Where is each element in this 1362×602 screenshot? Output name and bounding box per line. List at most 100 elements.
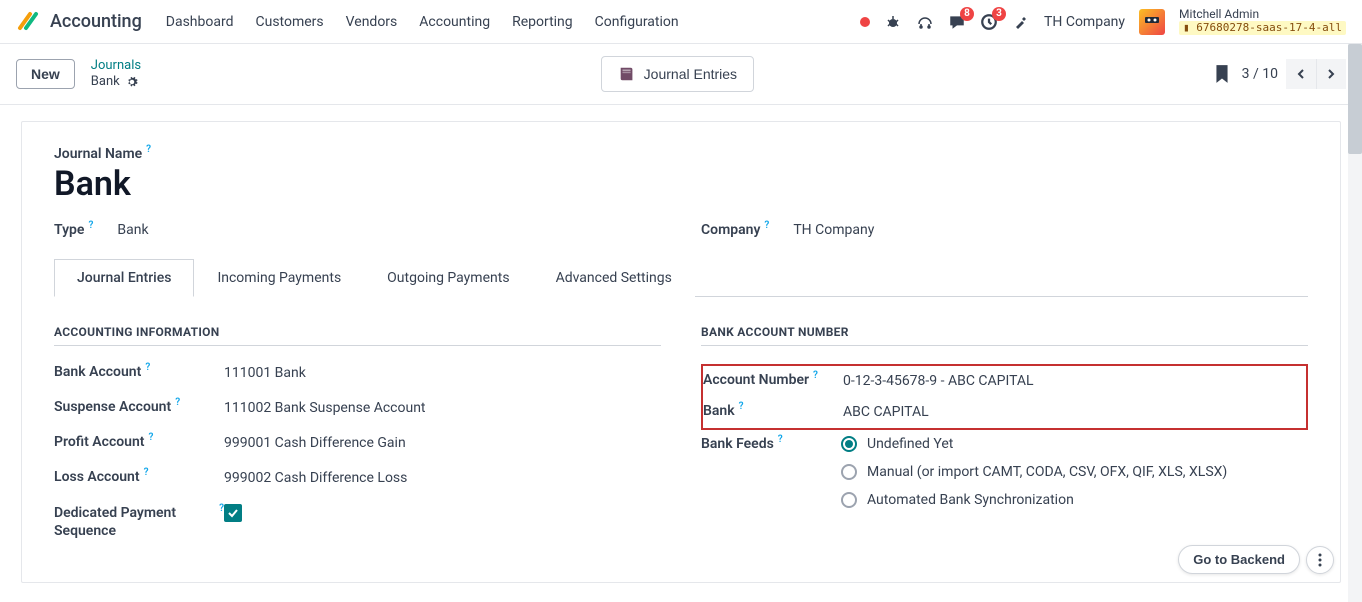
company-value[interactable]: TH Company xyxy=(793,222,874,238)
backend-float: Go to Backend xyxy=(1178,545,1334,574)
help-icon[interactable]: ? xyxy=(144,467,149,478)
pager-next-button[interactable] xyxy=(1316,59,1346,89)
control-panel: New Journals Bank Journal Entries 3 / 10 xyxy=(0,44,1362,105)
company-label: Company xyxy=(701,222,760,238)
help-icon[interactable]: ? xyxy=(764,220,769,231)
loss-account-value[interactable]: 999002 Cash Difference Loss xyxy=(224,469,407,486)
app-logo-icon[interactable] xyxy=(16,10,40,34)
nav-vendors[interactable]: Vendors xyxy=(346,14,398,30)
highlight-box: Account Number ? 0-12-3-45678-9 - ABC CA… xyxy=(701,364,1308,430)
messages-badge: 8 xyxy=(960,7,974,21)
help-icon[interactable]: ? xyxy=(146,144,151,155)
database-tag: ▮ 67680278-saas-17-4-all xyxy=(1179,21,1346,35)
nav-dashboard[interactable]: Dashboard xyxy=(166,14,234,30)
tab-incoming-payments[interactable]: Incoming Payments xyxy=(194,259,364,297)
account-number-value[interactable]: 0-12-3-45678-9 - ABC CAPITAL xyxy=(843,372,1034,389)
go-to-backend-button[interactable]: Go to Backend xyxy=(1178,545,1300,574)
type-field: Type ? Bank xyxy=(54,222,661,238)
scrollbar-thumb[interactable] xyxy=(1348,44,1362,154)
form-sheet: Journal Name ? Bank Type ? Bank Company … xyxy=(21,121,1341,583)
bank-account-number-title: BANK ACCOUNT NUMBER xyxy=(701,325,1308,346)
radio-automated-sync[interactable] xyxy=(841,492,857,508)
radio-undefined-yet-label: Undefined Yet xyxy=(867,436,953,452)
help-icon[interactable]: ? xyxy=(175,397,180,408)
help-icon[interactable]: ? xyxy=(149,432,154,443)
profit-account-label: Profit Account xyxy=(54,434,145,450)
help-icon[interactable]: ? xyxy=(145,362,150,373)
control-panel-right: 3 / 10 xyxy=(1214,59,1346,89)
journal-name-value[interactable]: Bank xyxy=(54,164,1308,204)
type-value[interactable]: Bank xyxy=(117,222,148,238)
dedicated-sequence-checkbox[interactable] xyxy=(224,504,242,522)
help-icon[interactable]: ? xyxy=(88,220,93,231)
recording-indicator-icon[interactable] xyxy=(860,17,870,27)
messages-icon[interactable]: 8 xyxy=(948,13,966,31)
nav-right: 8 3 TH Company Mitchell Admin ▮ 67680278… xyxy=(860,8,1346,35)
backend-menu-button[interactable] xyxy=(1306,546,1334,574)
form-wrapper: Journal Name ? Bank Type ? Bank Company … xyxy=(0,105,1362,599)
chevron-right-icon xyxy=(1325,68,1337,80)
tabs: Journal Entries Incoming Payments Outgoi… xyxy=(54,258,1308,297)
support-icon[interactable] xyxy=(916,13,934,31)
account-number-label: Account Number xyxy=(703,372,809,388)
check-icon xyxy=(227,507,239,519)
bank-value[interactable]: ABC CAPITAL xyxy=(843,403,929,420)
nav-configuration[interactable]: Configuration xyxy=(595,14,679,30)
scrollbar[interactable] xyxy=(1348,44,1362,602)
help-icon[interactable]: ? xyxy=(219,502,224,515)
type-label: Type xyxy=(54,222,84,238)
kebab-icon xyxy=(1318,553,1322,567)
radio-manual-import-label: Manual (or import CAMT, CODA, CSV, OFX, … xyxy=(867,464,1227,480)
tab-advanced-settings[interactable]: Advanced Settings xyxy=(533,259,695,297)
help-icon[interactable]: ? xyxy=(813,370,818,381)
main-navbar: Accounting Dashboard Customers Vendors A… xyxy=(0,0,1362,44)
user-block[interactable]: Mitchell Admin ▮ 67680278-saas-17-4-all xyxy=(1179,8,1346,35)
suspense-account-value[interactable]: 111002 Bank Suspense Account xyxy=(224,399,426,416)
bank-label: Bank xyxy=(703,403,735,419)
tab-outgoing-payments[interactable]: Outgoing Payments xyxy=(364,259,532,297)
breadcrumb-journals[interactable]: Journals xyxy=(91,58,141,74)
tab-journal-entries[interactable]: Journal Entries xyxy=(54,259,194,297)
radio-undefined-yet[interactable] xyxy=(841,436,857,452)
profit-account-value[interactable]: 999001 Cash Difference Gain xyxy=(224,434,406,451)
help-icon[interactable]: ? xyxy=(778,434,783,445)
bank-account-number-section: BANK ACCOUNT NUMBER Account Number ? 0-1… xyxy=(701,325,1308,558)
user-avatar[interactable] xyxy=(1139,9,1165,35)
bank-feeds-radios: Undefined Yet Manual (or import CAMT, CO… xyxy=(841,436,1227,520)
journal-name-label-text: Journal Name xyxy=(54,146,142,162)
breadcrumb-current: Bank xyxy=(91,74,120,90)
user-name: Mitchell Admin xyxy=(1179,8,1346,21)
bank-account-label: Bank Account xyxy=(54,364,141,380)
pager-counter[interactable]: 3 / 10 xyxy=(1242,66,1278,82)
accounting-information-section: ACCOUNTING INFORMATION Bank Account ? 11… xyxy=(54,325,661,558)
new-button[interactable]: New xyxy=(16,59,75,89)
nav-customers[interactable]: Customers xyxy=(256,14,324,30)
nav-reporting[interactable]: Reporting xyxy=(512,14,573,30)
company-switcher[interactable]: TH Company xyxy=(1044,14,1125,30)
bug-icon[interactable] xyxy=(884,13,902,31)
control-panel-center: Journal Entries xyxy=(601,56,754,92)
help-icon[interactable]: ? xyxy=(739,401,744,412)
nav-accounting[interactable]: Accounting xyxy=(419,14,490,30)
database-name: 67680278-saas-17-4-all xyxy=(1196,21,1342,34)
app-name[interactable]: Accounting xyxy=(50,11,142,32)
activities-icon[interactable]: 3 xyxy=(980,13,998,31)
gear-icon[interactable] xyxy=(126,76,138,88)
activities-badge: 3 xyxy=(992,7,1006,21)
accounting-info-title: ACCOUNTING INFORMATION xyxy=(54,325,661,346)
bookmark-icon[interactable] xyxy=(1214,64,1230,84)
book-icon xyxy=(618,65,636,83)
journal-entries-stat-button[interactable]: Journal Entries xyxy=(601,56,754,92)
loss-account-label: Loss Account xyxy=(54,469,140,485)
radio-manual-import[interactable] xyxy=(841,464,857,480)
bank-account-value[interactable]: 111001 Bank xyxy=(224,364,306,381)
pager-prev-button[interactable] xyxy=(1286,59,1316,89)
chevron-left-icon xyxy=(1295,68,1307,80)
nav-menu: Dashboard Customers Vendors Accounting R… xyxy=(166,14,679,30)
bank-feeds-label: Bank Feeds xyxy=(701,436,774,452)
company-field: Company ? TH Company xyxy=(701,222,1308,238)
radio-automated-sync-label: Automated Bank Synchronization xyxy=(867,492,1074,508)
journal-name-label: Journal Name ? xyxy=(54,146,1308,162)
breadcrumb: Journals Bank xyxy=(91,58,141,89)
tools-icon[interactable] xyxy=(1012,13,1030,31)
